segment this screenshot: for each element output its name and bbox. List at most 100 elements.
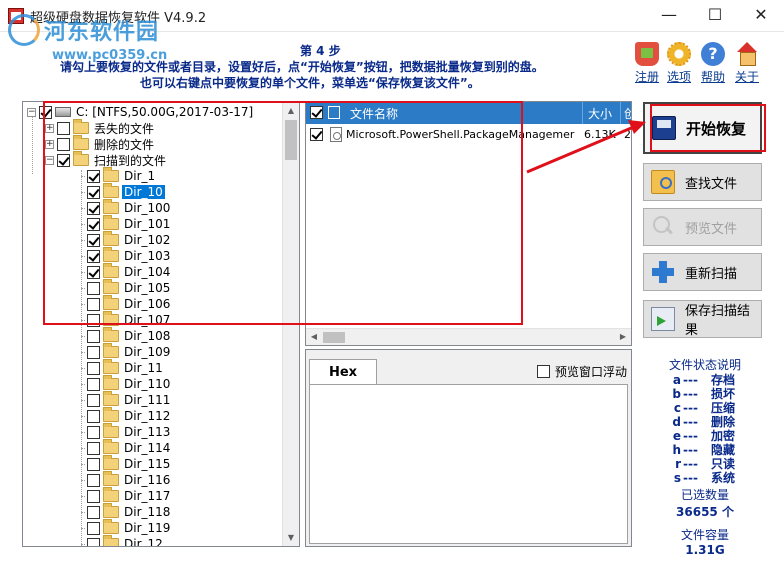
col-created-header[interactable]: 创 xyxy=(624,105,631,122)
dir-label: Dir_116 xyxy=(124,473,171,487)
legend-key: h xyxy=(672,443,681,457)
hex-panel: Hex 预览窗口浮动 xyxy=(305,349,632,547)
minimize-button[interactable]: — xyxy=(646,0,692,30)
dir-checkbox[interactable] xyxy=(87,425,100,439)
legend-row: d --- 删除 xyxy=(640,415,770,429)
col-size-header[interactable]: 大小 xyxy=(588,105,612,122)
tree-node-dir[interactable]: Dir_12 xyxy=(81,535,165,546)
options-tool[interactable]: 选项 xyxy=(662,42,696,85)
preview-float-checkbox[interactable] xyxy=(537,365,550,378)
about-link[interactable]: 关于 xyxy=(730,68,764,85)
tree-node-dir[interactable]: Dir_118 xyxy=(81,503,172,520)
tree-branch-line xyxy=(81,399,85,401)
tree-node-dir[interactable]: Dir_109 xyxy=(81,343,172,360)
tree-branch-line xyxy=(81,383,85,385)
legend-dash: --- xyxy=(683,443,698,457)
about-tool[interactable]: 关于 xyxy=(730,42,764,85)
legend-key: e xyxy=(672,429,681,443)
help-tool[interactable]: ? 帮助 xyxy=(696,42,730,85)
legend-dash: --- xyxy=(683,429,698,443)
hscroll-thumb[interactable] xyxy=(323,332,345,343)
options-link[interactable]: 选项 xyxy=(662,68,696,85)
tree-node-dir[interactable]: Dir_112 xyxy=(81,407,172,424)
capacity-label: 文件容量 xyxy=(680,528,729,542)
tree-node-dir[interactable]: Dir_115 xyxy=(81,455,172,472)
folder-icon xyxy=(103,407,119,422)
annotation-box-selection xyxy=(43,101,523,325)
tab-hex[interactable]: Hex xyxy=(309,359,377,385)
maximize-button[interactable]: ☐ xyxy=(692,0,738,30)
register-link[interactable]: 注册 xyxy=(630,68,664,85)
folder-icon xyxy=(103,375,119,390)
legend-value: 系统 xyxy=(711,471,736,485)
tree-node-dir[interactable]: Dir_116 xyxy=(81,471,172,488)
dir-label: Dir_118 xyxy=(124,505,171,519)
tree-branch-line xyxy=(81,351,85,353)
dir-checkbox[interactable] xyxy=(87,441,100,455)
dir-checkbox[interactable] xyxy=(87,409,100,423)
dir-checkbox[interactable] xyxy=(87,393,100,407)
tree-node-dir[interactable]: Dir_119 xyxy=(81,519,172,536)
dir-checkbox[interactable] xyxy=(87,489,100,503)
dir-label: Dir_111 xyxy=(124,393,171,407)
folder-icon xyxy=(103,535,119,546)
folder-icon xyxy=(103,487,119,502)
column-separator[interactable] xyxy=(582,102,583,124)
file-created: 2 xyxy=(624,128,631,141)
dir-label: Dir_115 xyxy=(124,457,171,471)
tree-node-dir[interactable]: Dir_117 xyxy=(81,487,172,504)
instruction-line-2: 也可以右键点中要恢复的单个文件，菜单选“保存恢复该文件”。 xyxy=(140,76,480,90)
tree-node-dir[interactable]: Dir_113 xyxy=(81,423,172,440)
dir-label: Dir_108 xyxy=(124,329,171,343)
selected-count-label: 已选数量 xyxy=(680,488,729,502)
tree-node-dir[interactable]: Dir_108 xyxy=(81,327,172,344)
folder-icon xyxy=(103,391,119,406)
help-link[interactable]: 帮助 xyxy=(696,68,730,85)
dir-checkbox[interactable] xyxy=(87,329,100,343)
preview-file-button[interactable]: 预览文件 xyxy=(643,208,762,246)
legend-value: 只读 xyxy=(711,457,736,471)
register-tool[interactable]: 注册 xyxy=(630,42,664,85)
folder-icon xyxy=(103,359,119,374)
tree-node-dir[interactable]: Dir_110 xyxy=(81,375,172,392)
dir-label: Dir_119 xyxy=(124,521,171,535)
legend-dash: --- xyxy=(683,373,698,387)
file-list-hscrollbar[interactable]: ◀ ▶ xyxy=(306,328,631,345)
dir-label: Dir_114 xyxy=(124,441,171,455)
dir-checkbox[interactable] xyxy=(87,345,100,359)
column-separator[interactable] xyxy=(620,102,621,124)
scroll-right-arrow-icon[interactable]: ▶ xyxy=(615,329,631,345)
scroll-left-arrow-icon[interactable]: ◀ xyxy=(306,329,322,345)
close-button[interactable]: ✕ xyxy=(738,0,784,30)
collapse-toggle-icon[interactable]: − xyxy=(27,107,36,117)
preview-file-label: 预览文件 xyxy=(685,221,738,237)
instruction-line-1: 请勾上要恢复的文件或者目录，设置好后，点“开始恢复”按钮，把数据批量恢复到别的盘… xyxy=(60,60,544,74)
dir-checkbox[interactable] xyxy=(87,537,100,546)
dir-checkbox[interactable] xyxy=(87,521,100,535)
tree-node-dir[interactable]: Dir_114 xyxy=(81,439,172,456)
app-icon xyxy=(8,8,24,24)
dir-checkbox[interactable] xyxy=(87,473,100,487)
dir-checkbox[interactable] xyxy=(87,361,100,375)
annotation-box-start xyxy=(650,104,766,152)
scroll-down-arrow-icon[interactable]: ▼ xyxy=(283,529,299,546)
tree-node-dir[interactable]: Dir_11 xyxy=(81,359,165,376)
legend-key: r xyxy=(675,457,681,471)
legend-value: 压缩 xyxy=(711,401,736,415)
dir-label: Dir_117 xyxy=(124,489,171,503)
tree-node-dir[interactable]: Dir_111 xyxy=(81,391,172,408)
dir-checkbox[interactable] xyxy=(87,505,100,519)
dir-checkbox[interactable] xyxy=(87,457,100,471)
legend-value: 隐藏 xyxy=(711,443,736,457)
legend-dash: --- xyxy=(683,401,698,415)
selected-count-value: 36655 个 xyxy=(676,505,734,519)
dir-checkbox[interactable] xyxy=(87,377,100,391)
preview-float-option[interactable]: 预览窗口浮动 xyxy=(537,363,627,380)
rescan-button[interactable]: 重新扫描 xyxy=(643,253,762,291)
find-file-button[interactable]: 查找文件 xyxy=(643,163,762,201)
save-scan-button[interactable]: 保存扫描结果 xyxy=(643,300,762,338)
hex-view[interactable] xyxy=(309,384,628,544)
legend-row: r --- 只读 xyxy=(640,457,770,471)
rescan-label: 重新扫描 xyxy=(685,266,738,282)
save-scan-label: 保存扫描结果 xyxy=(685,304,751,338)
